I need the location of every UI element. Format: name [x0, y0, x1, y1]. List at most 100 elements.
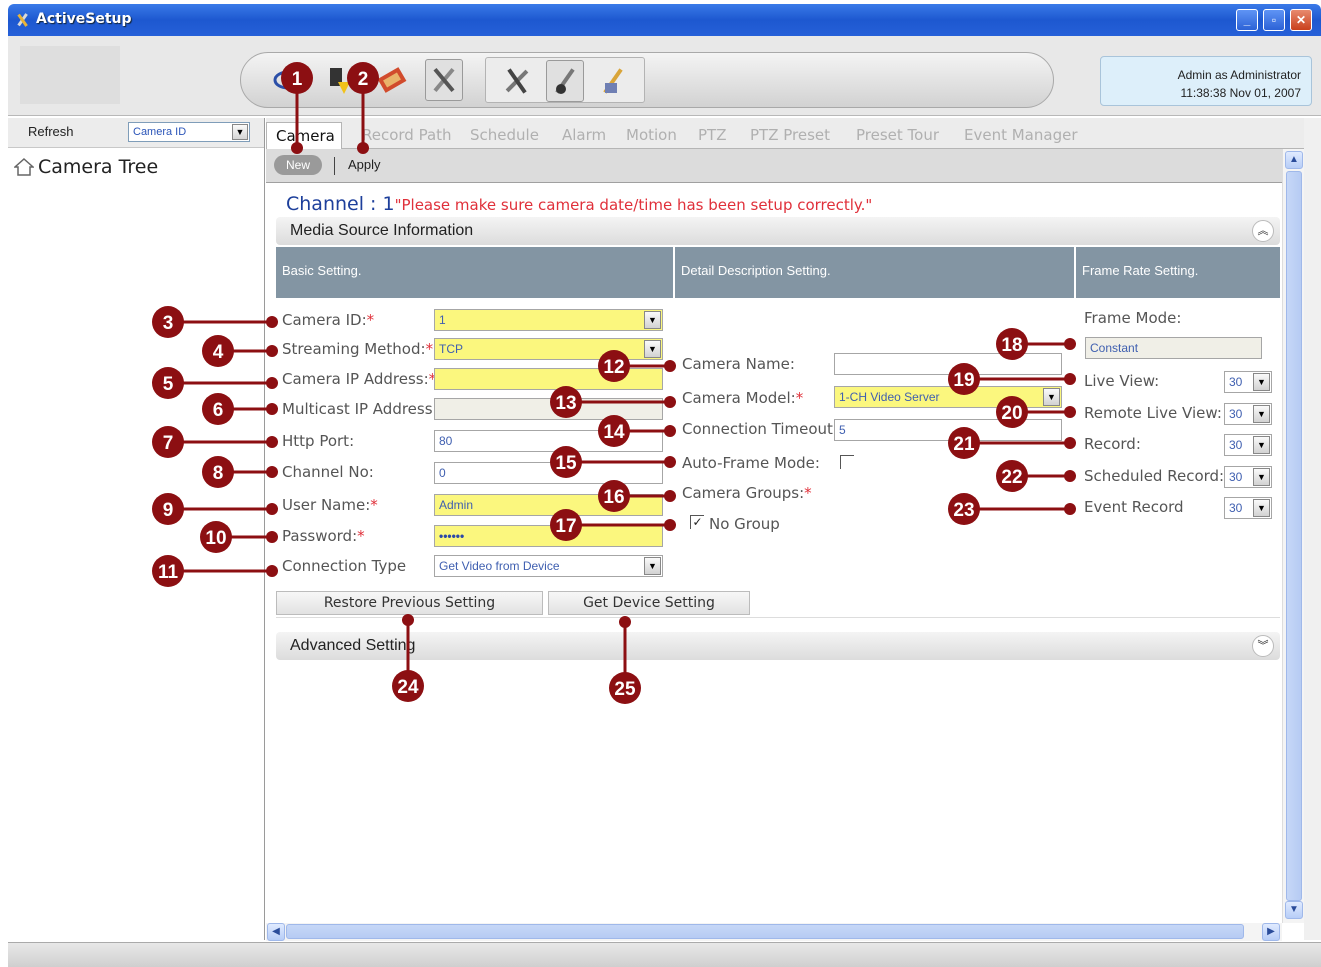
no-group-label: No Group: [709, 515, 780, 533]
multicast-ip-field[interactable]: [434, 398, 663, 420]
get-device-setting-button[interactable]: Get Device Setting: [548, 591, 750, 615]
scroll-right-icon[interactable]: ▶: [1262, 923, 1280, 941]
no-group-checkbox[interactable]: ✓: [690, 515, 704, 529]
frame-mode-label: Frame Mode:: [1084, 309, 1182, 327]
hardware-tools-icon[interactable]: [594, 60, 632, 102]
vertical-scroll-thumb[interactable]: [1286, 171, 1302, 901]
record-select[interactable]: 30 ▼: [1224, 434, 1272, 456]
remote-live-view-label: Remote Live View:: [1084, 404, 1222, 422]
detail-setting-header: Detail Description Setting.: [675, 247, 1074, 298]
tab-bar: Camera Record Path Schedule Alarm Motion…: [266, 118, 1321, 149]
expand-down-icon[interactable]: ︾: [1252, 635, 1274, 657]
live-view-label: Live View:: [1084, 372, 1160, 390]
title-bar: ActiveSetup _ ▫ ✕: [8, 4, 1321, 36]
tab-record-path[interactable]: Record Path: [362, 122, 452, 149]
camera-model-select[interactable]: 1-CH Video Server ▼: [834, 386, 1062, 408]
export-icon[interactable]: [321, 59, 359, 101]
scroll-left-icon[interactable]: ◀: [267, 923, 285, 941]
horizontal-scroll-thumb[interactable]: [286, 924, 1244, 939]
http-port-field[interactable]: 80: [434, 430, 663, 452]
app-tools-icon: [17, 13, 28, 27]
advanced-setting-section[interactable]: Advanced Setting ︾: [276, 632, 1280, 660]
camera-name-field[interactable]: [834, 353, 1062, 375]
sort-select-value: Camera ID: [133, 126, 187, 138]
channel-heading: Channel : 1"Please make sure camera date…: [286, 193, 872, 215]
camera-ip-label: Camera IP Address:*: [282, 370, 437, 388]
password-field[interactable]: ••••••: [434, 525, 663, 547]
tools-icon[interactable]: [425, 59, 463, 101]
chevron-down-icon: ▼: [1043, 388, 1060, 406]
media-source-title: Media Source Information: [290, 222, 474, 239]
wrench-icon[interactable]: [498, 60, 536, 102]
login-info: Admin as Administrator: [1177, 68, 1301, 82]
camera-id-value: 1: [439, 313, 446, 327]
chevron-down-icon: ▼: [1253, 405, 1270, 423]
horizontal-scrollbar[interactable]: ◀ ▶: [266, 923, 1282, 941]
maximize-button[interactable]: ▫: [1263, 9, 1285, 31]
tab-alarm[interactable]: Alarm: [562, 122, 618, 149]
tool-group: [485, 57, 645, 103]
frame-mode-field[interactable]: Constant: [1085, 337, 1262, 359]
event-record-select[interactable]: 30 ▼: [1224, 497, 1272, 519]
auto-frame-mode-label: Auto-Frame Mode:: [682, 454, 820, 472]
connection-type-value: Get Video from Device: [439, 559, 560, 573]
view-eye-icon[interactable]: [269, 59, 307, 101]
action-bar: New Apply: [266, 149, 1282, 183]
outer-scrollbar[interactable]: [1304, 118, 1321, 940]
streaming-method-select[interactable]: TCP ▼: [434, 338, 663, 360]
password-label: Password:*: [282, 527, 365, 545]
remote-live-view-select[interactable]: 30 ▼: [1224, 403, 1272, 425]
event-record-label: Event Record: [1084, 498, 1184, 516]
tab-camera[interactable]: Camera: [266, 122, 342, 149]
minimize-button[interactable]: _: [1236, 9, 1258, 31]
status-bar: [8, 942, 1321, 967]
record-label: Record:: [1084, 435, 1141, 453]
camera-id-label: Camera ID:*: [282, 311, 375, 329]
tab-event-manager[interactable]: Event Manager: [964, 122, 1084, 149]
apply-button[interactable]: Apply: [348, 157, 381, 172]
streaming-method-value: TCP: [439, 342, 463, 356]
scroll-down-icon[interactable]: ▼: [1285, 901, 1303, 919]
camera-tools-icon[interactable]: [546, 60, 584, 102]
left-panel-header: Refresh Camera ID ▼: [8, 118, 264, 148]
close-button[interactable]: ✕: [1290, 9, 1312, 31]
section-divider: [276, 617, 1280, 618]
scroll-up-icon[interactable]: ▲: [1285, 151, 1303, 169]
camera-ip-field[interactable]: [434, 368, 663, 390]
connection-timeout-label: Connection Timeout:: [682, 420, 838, 438]
scheduled-record-select[interactable]: 30 ▼: [1224, 466, 1272, 488]
streaming-method-label: Streaming Method:*: [282, 340, 434, 358]
new-button[interactable]: New: [274, 155, 322, 175]
camera-model-label: Camera Model:*: [682, 389, 804, 407]
tab-schedule[interactable]: Schedule: [470, 122, 550, 149]
tab-ptz[interactable]: PTZ: [698, 122, 738, 149]
auto-frame-mode-checkbox[interactable]: [840, 455, 854, 469]
chevron-down-icon: ▼: [1253, 468, 1270, 486]
channel-no-field[interactable]: 0: [434, 462, 663, 484]
camera-setting-icon[interactable]: [373, 59, 411, 101]
user-name-label: User Name:*: [282, 496, 378, 514]
scheduled-record-value: 30: [1229, 470, 1243, 484]
camera-id-select[interactable]: 1 ▼: [434, 309, 663, 331]
channel-no-label: Channel No:: [282, 463, 374, 481]
chevron-down-icon: ▼: [1253, 499, 1270, 517]
toolbar-capsule: [240, 52, 1054, 108]
user-name-field[interactable]: Admin: [434, 494, 663, 516]
media-source-section[interactable]: Media Source Information ︽: [276, 217, 1280, 245]
main-panel: Channel : 1"Please make sure camera date…: [266, 183, 1282, 923]
sort-select[interactable]: Camera ID ▼: [128, 122, 250, 142]
collapse-up-icon[interactable]: ︽: [1252, 220, 1274, 242]
connection-timeout-field[interactable]: 5: [834, 419, 1062, 441]
live-view-select[interactable]: 30 ▼: [1224, 371, 1272, 393]
tab-motion[interactable]: Motion: [626, 122, 690, 149]
tab-ptz-preset[interactable]: PTZ Preset: [750, 122, 846, 149]
vertical-scrollbar[interactable]: ▲ ▼: [1282, 149, 1304, 923]
restore-previous-setting-button[interactable]: Restore Previous Setting: [276, 591, 543, 615]
camera-groups-label: Camera Groups:*: [682, 484, 812, 502]
multicast-ip-label: Multicast IP Address: [282, 400, 433, 418]
chevron-down-icon: ▼: [644, 340, 661, 358]
tab-preset-tour[interactable]: Preset Tour: [856, 122, 956, 149]
refresh-button[interactable]: Refresh: [28, 124, 74, 139]
connection-type-select[interactable]: Get Video from Device ▼: [434, 555, 663, 577]
http-port-label: Http Port:: [282, 432, 355, 450]
